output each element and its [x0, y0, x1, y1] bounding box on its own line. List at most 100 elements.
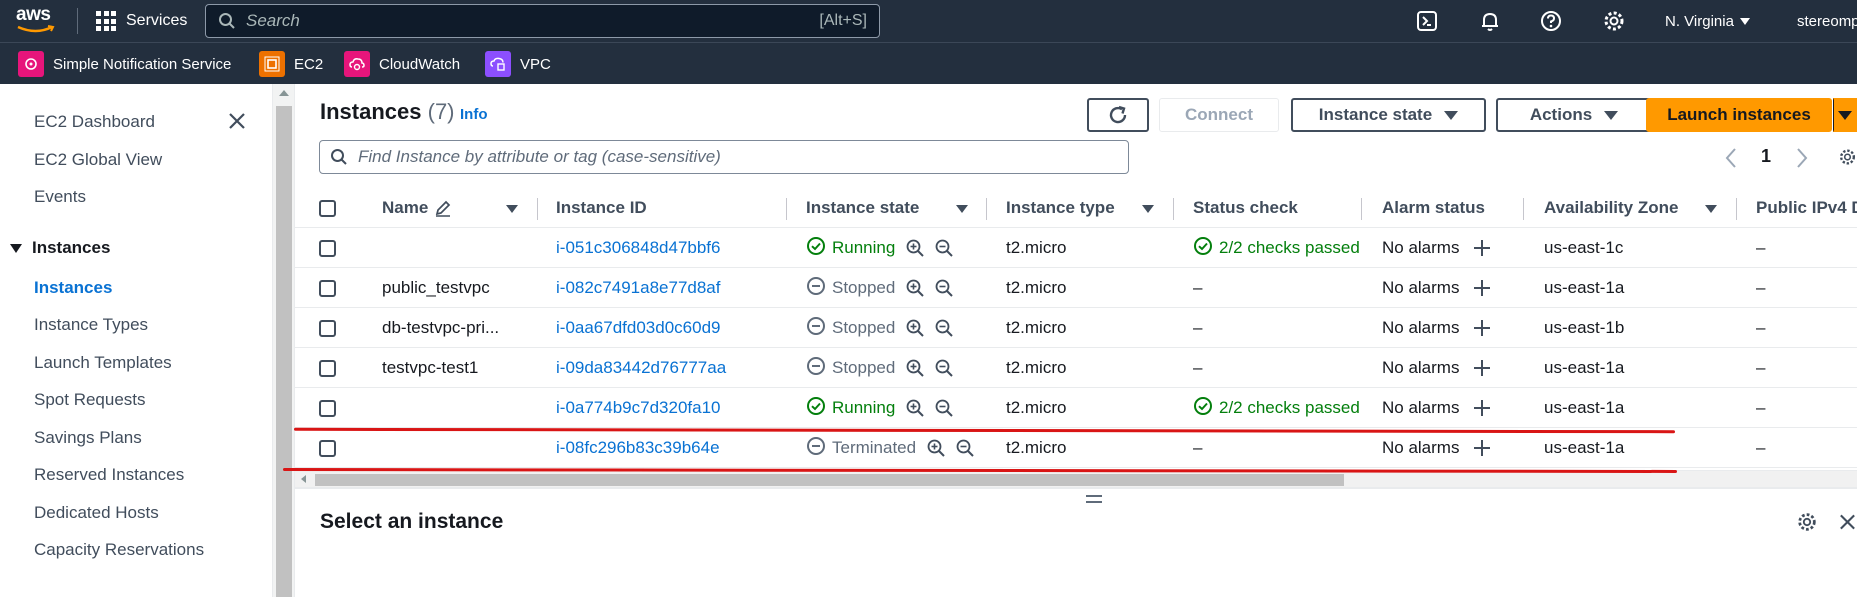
instance-id-link[interactable]: i-082c7491a8e77d8af	[556, 268, 720, 308]
resize-handle-icon[interactable]	[1086, 495, 1102, 505]
sort-caret-icon[interactable]	[1142, 205, 1154, 213]
cloudshell-icon[interactable]	[1415, 9, 1439, 33]
add-alarm-plus-icon[interactable]	[1473, 239, 1491, 257]
select-all-checkbox[interactable]	[319, 200, 336, 217]
help-icon[interactable]	[1539, 9, 1563, 33]
info-link[interactable]: Info	[460, 106, 488, 123]
instance-id-link[interactable]: i-051c306848d47bbf6	[556, 228, 720, 268]
sidebar-item-events[interactable]: Events	[34, 187, 86, 207]
add-alarm-plus-icon[interactable]	[1473, 439, 1491, 457]
sidebar-item-instances[interactable]: Instances	[34, 278, 112, 298]
sidebar-item-ec2-dashboard[interactable]: EC2 Dashboard	[34, 112, 155, 132]
table-row[interactable]: i-0a774b9c7d320fa10 Running t2.micro 2/2…	[295, 388, 1857, 428]
notifications-bell-icon[interactable]	[1478, 9, 1502, 33]
sidebar-item-instance-types[interactable]: Instance Types	[34, 315, 148, 335]
add-alarm-plus-icon[interactable]	[1473, 359, 1491, 377]
sidebar-item-spot-requests[interactable]: Spot Requests	[34, 390, 146, 410]
sort-caret-icon[interactable]	[1705, 205, 1717, 213]
column-header-public-ipv4[interactable]: Public IPv4 D	[1756, 188, 1857, 228]
row-checkbox[interactable]	[319, 400, 336, 417]
sidebar-item-launch-templates[interactable]: Launch Templates	[34, 353, 172, 373]
add-alarm-plus-icon[interactable]	[1473, 399, 1491, 417]
zoom-in-icon[interactable]	[905, 398, 925, 418]
column-header-availability-zone[interactable]: Availability Zone	[1544, 188, 1678, 228]
sidebar-item-capacity-reservations[interactable]: Capacity Reservations	[34, 540, 204, 560]
account-menu[interactable]: stereomp	[1797, 0, 1857, 42]
column-header-alarm-status[interactable]: Alarm status	[1382, 188, 1485, 228]
launch-instances-dropdown[interactable]	[1833, 98, 1857, 132]
column-divider[interactable]	[786, 198, 787, 220]
row-checkbox[interactable]	[319, 240, 336, 257]
current-page[interactable]: 1	[1761, 146, 1771, 167]
scroll-left-arrow-icon[interactable]	[301, 475, 306, 483]
settings-gear-icon[interactable]	[1602, 9, 1626, 33]
row-checkbox[interactable]	[319, 280, 336, 297]
zoom-in-icon[interactable]	[905, 318, 925, 338]
table-row[interactable]: db-testvpc-pri... i-0aa67dfd03d0c60d9 St…	[295, 308, 1857, 348]
zoom-in-icon[interactable]	[926, 438, 946, 458]
table-row[interactable]: public_testvpc i-082c7491a8e77d8af Stopp…	[295, 268, 1857, 308]
column-divider[interactable]	[1523, 198, 1524, 220]
instance-filter-input[interactable]: Find Instance by attribute or tag (case-…	[319, 140, 1129, 174]
column-divider[interactable]	[537, 198, 538, 220]
add-alarm-plus-icon[interactable]	[1473, 279, 1491, 297]
region-selector[interactable]: N. Virginia	[1665, 0, 1750, 42]
table-row[interactable]: i-08fc296b83c39b64e Terminated t2.micro …	[295, 428, 1857, 468]
zoom-in-icon[interactable]	[905, 278, 925, 298]
actions-dropdown[interactable]: Actions	[1496, 98, 1652, 132]
column-header-instance-state[interactable]: Instance state	[806, 188, 919, 228]
zoom-out-icon[interactable]	[934, 358, 954, 378]
split-panel-close-icon[interactable]	[1838, 512, 1857, 532]
favorite-sns[interactable]: Simple Notification Service	[18, 50, 231, 78]
connect-button[interactable]: Connect	[1159, 98, 1279, 132]
next-page-icon[interactable]	[1795, 147, 1809, 169]
zoom-out-icon[interactable]	[955, 438, 975, 458]
add-alarm-plus-icon[interactable]	[1473, 319, 1491, 337]
instance-id-link[interactable]: i-0a774b9c7d320fa10	[556, 388, 720, 428]
column-divider[interactable]	[1173, 198, 1174, 220]
sidebar-item-dedicated-hosts[interactable]: Dedicated Hosts	[34, 503, 159, 523]
column-header-status-check[interactable]: Status check	[1193, 188, 1298, 228]
zoom-out-icon[interactable]	[934, 238, 954, 258]
row-checkbox[interactable]	[319, 360, 336, 377]
refresh-button[interactable]	[1087, 98, 1149, 132]
row-checkbox[interactable]	[319, 440, 336, 457]
row-checkbox[interactable]	[319, 320, 336, 337]
column-header-instance-type[interactable]: Instance type	[1006, 188, 1115, 228]
sort-caret-icon[interactable]	[956, 205, 968, 213]
sidebar-item-savings-plans[interactable]: Savings Plans	[34, 428, 142, 448]
instance-state-dropdown[interactable]: Instance state	[1291, 98, 1486, 132]
aws-logo[interactable]: aws	[16, 4, 58, 36]
column-divider[interactable]	[1736, 198, 1737, 220]
zoom-out-icon[interactable]	[934, 398, 954, 418]
instance-id-link[interactable]: i-0aa67dfd03d0c60d9	[556, 308, 720, 348]
favorite-vpc[interactable]: VPC	[485, 50, 551, 78]
instance-id-link[interactable]: i-08fc296b83c39b64e	[556, 428, 720, 468]
favorite-ec2[interactable]: EC2	[259, 50, 323, 78]
previous-page-icon[interactable]	[1724, 147, 1738, 169]
launch-instances-button[interactable]: Launch instances	[1646, 98, 1832, 132]
table-scroll-thumb[interactable]	[315, 474, 1344, 486]
sidebar-section-instances[interactable]: Instances	[10, 238, 110, 258]
table-row[interactable]: i-051c306848d47bbf6 Running t2.micro 2/2…	[295, 228, 1857, 268]
scroll-up-arrow-icon[interactable]	[279, 90, 289, 96]
column-divider[interactable]	[986, 198, 987, 220]
sort-caret-icon[interactable]	[506, 205, 518, 213]
zoom-out-icon[interactable]	[934, 318, 954, 338]
column-header-name[interactable]: Name	[382, 188, 452, 228]
global-search-input[interactable]: Search [Alt+S]	[205, 4, 880, 38]
zoom-out-icon[interactable]	[934, 278, 954, 298]
zoom-in-icon[interactable]	[905, 238, 925, 258]
sidebar-scrollbar[interactable]	[272, 84, 294, 597]
instance-id-link[interactable]: i-09da83442d76777aa	[556, 348, 726, 388]
column-divider[interactable]	[1361, 198, 1362, 220]
sidebar-item-ec2-global-view[interactable]: EC2 Global View	[34, 150, 162, 170]
favorite-cloudwatch[interactable]: CloudWatch	[344, 50, 460, 78]
column-header-instance-id[interactable]: Instance ID	[556, 188, 647, 228]
sidebar-scroll-thumb[interactable]	[276, 106, 292, 597]
table-row[interactable]: testvpc-test1 i-09da83442d76777aa Stoppe…	[295, 348, 1857, 388]
services-menu[interactable]: Services	[96, 0, 187, 42]
preferences-gear-icon[interactable]	[1838, 145, 1857, 169]
sidebar-item-reserved-instances[interactable]: Reserved Instances	[34, 465, 184, 485]
zoom-in-icon[interactable]	[905, 358, 925, 378]
